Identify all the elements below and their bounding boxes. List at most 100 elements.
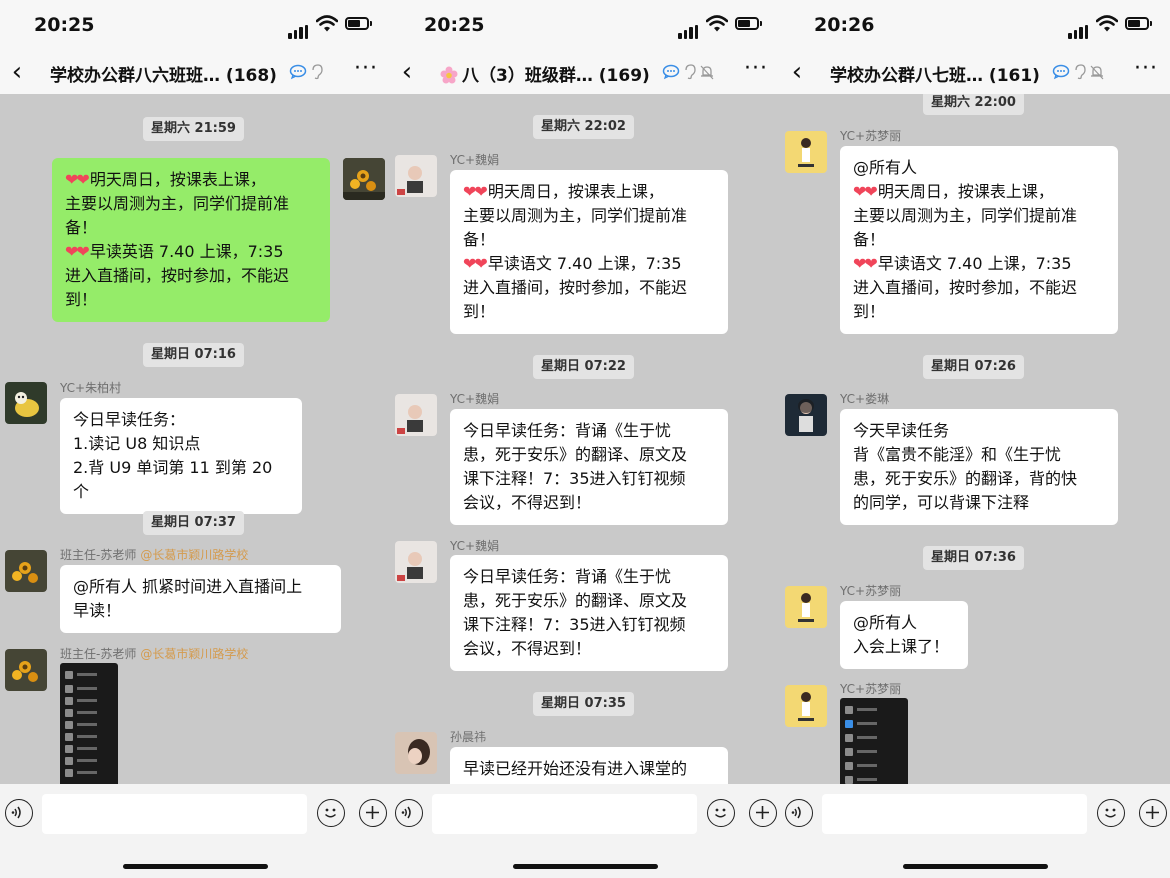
sender-name: YC+魏娟	[450, 539, 500, 553]
chat-bubble-icon	[289, 64, 307, 80]
message-list[interactable]: 星期六 21:59 ❤❤ 明天周日，按课表上课， 主要以周测为主，同学们提前准 备…	[0, 94, 390, 784]
message-bubble[interactable]: ❤❤ 明天周日，按课表上课， 主要以周测为主，同学们提前准 备！ ❤❤ 早读英语 7…	[52, 158, 330, 322]
avatar[interactable]	[5, 550, 47, 592]
message-line: 备！	[463, 230, 496, 249]
signal-icon	[1068, 20, 1090, 39]
org-tag: @长葛市颖川路学校	[140, 647, 249, 661]
message-line: 主要以周测为主，同学们提前准	[853, 206, 1078, 225]
timestamp: 星期六 21:59	[143, 117, 244, 141]
timestamp: 星期六 22:02	[533, 115, 634, 139]
plus-icon[interactable]	[1139, 799, 1167, 827]
plus-icon[interactable]	[359, 799, 387, 827]
message-line: 患，死于安乐》的翻译，背的快	[853, 469, 1078, 488]
message-input[interactable]	[432, 794, 697, 834]
mute-bell-icon	[1090, 65, 1104, 80]
message-line: ❤❤ 明天周日，按课表上课，	[463, 182, 664, 201]
message-line: 备！	[65, 218, 98, 237]
heart-emoji: ❤❤	[65, 170, 90, 189]
message-bubble[interactable]: ❤❤ 明天周日，按课表上课， 主要以周测为主，同学们提前准 备！ ❤❤ 早读语文 7…	[450, 170, 728, 334]
message-line: 早读！	[73, 601, 122, 620]
avatar[interactable]	[785, 586, 827, 628]
message-line: 进入直播间，按时参加，不能迟	[853, 278, 1078, 297]
message-bubble[interactable]: 今日早读任务：背诵《生于忧 患，死于安乐》的翻译、原文及 课下注释！7：35进入…	[450, 555, 728, 671]
home-indicator[interactable]	[513, 864, 658, 869]
avatar[interactable]	[395, 394, 437, 436]
avatar[interactable]	[785, 131, 827, 173]
back-icon[interactable]: ‹	[786, 56, 808, 88]
status-time: 20:25	[34, 14, 95, 36]
group-title[interactable]: 学校办公群八六班班… (168)	[50, 61, 277, 86]
message-line: ❤❤ 早读英语 7.40 上课，7:35	[65, 242, 284, 261]
avatar[interactable]	[395, 732, 437, 774]
plus-icon[interactable]	[749, 799, 777, 827]
signal-icon	[288, 20, 310, 39]
message-bubble[interactable]: @所有人 ❤❤ 明天周日，按课表上课， 主要以周测为主，同学们提前准 备！ ❤❤ 早…	[840, 146, 1118, 334]
message-line: 进入直播间，按时参加，不能迟	[65, 266, 290, 285]
status-bar: 20:26	[780, 0, 1170, 52]
screenshot-image[interactable]	[60, 663, 118, 784]
message-bubble[interactable]: 今日早读任务： 1.读记 U8 知识点 2.背 U9 单词第 11 到第 20 …	[60, 398, 302, 514]
message-bubble[interactable]: 今日早读任务：背诵《生于忧 患，死于安乐》的翻译、原文及 课下注释！7：35进入…	[450, 409, 728, 525]
wifi-icon	[1096, 15, 1118, 32]
header-icons	[289, 64, 323, 80]
sender-name: 班主任-苏老师 @长葛市颖川路学校	[60, 647, 249, 661]
back-icon[interactable]: ‹	[396, 56, 418, 88]
more-icon[interactable]: ···	[744, 56, 768, 81]
message-bubble[interactable]: @所有人 抓紧时间进入直播间上 早读！	[60, 565, 341, 633]
avatar[interactable]	[5, 382, 47, 424]
voice-icon[interactable]	[5, 799, 33, 827]
message-input[interactable]	[822, 794, 1087, 834]
message-bubble[interactable]: @所有人 入会上课了！	[840, 601, 968, 669]
timestamp: 星期六 22:00	[923, 94, 1024, 115]
battery-icon	[345, 17, 372, 30]
chat-panel-3: 20:26 ‹ 学校办公群八七班… (161) ··· 星期六 22:00 YC…	[780, 0, 1170, 878]
input-bar	[780, 784, 1170, 878]
message-bubble[interactable]: 今天早读任务 背《富贵不能淫》和《生于忧 患，死于安乐》的翻译，背的快 的同学，…	[840, 409, 1118, 525]
message-line: 主要以周测为主，同学们提前准	[65, 194, 290, 213]
avatar[interactable]	[395, 541, 437, 583]
heart-emoji: ❤❤	[853, 182, 878, 201]
more-icon[interactable]: ···	[1134, 56, 1158, 81]
more-icon[interactable]: ···	[354, 56, 378, 81]
message-line: 备！	[853, 230, 886, 249]
message-line: 会议，不得迟到！	[463, 493, 592, 512]
avatar[interactable]	[785, 685, 827, 727]
message-line: 背《富贵不能淫》和《生于忧	[853, 445, 1062, 464]
voice-icon[interactable]	[785, 799, 813, 827]
message-list[interactable]: 星期六 22:00 YC+苏梦丽 @所有人 ❤❤ 明天周日，按课表上课， 主要以周…	[780, 94, 1170, 784]
status-bar: 20:25	[390, 0, 780, 52]
voice-icon[interactable]	[395, 799, 423, 827]
emoji-icon[interactable]	[707, 799, 735, 827]
message-list[interactable]: 星期六 22:02 YC+魏娟 ❤❤ 明天周日，按课表上课， 主要以周测为主，同学…	[390, 94, 780, 784]
avatar[interactable]	[343, 158, 385, 200]
home-indicator[interactable]	[123, 864, 268, 869]
message-line: @所有人	[853, 613, 918, 632]
message-line: 入会上课了！	[853, 637, 950, 656]
message-line: 进入直播间，按时参加，不能迟	[463, 278, 688, 297]
status-time: 20:26	[814, 14, 875, 36]
message-line: 主要以周测为主，同学们提前准	[463, 206, 688, 225]
home-indicator[interactable]	[903, 864, 1048, 869]
emoji-icon[interactable]	[317, 799, 345, 827]
group-title[interactable]: 八（3）班级群… (169)	[440, 61, 650, 86]
screenshot-image[interactable]	[840, 698, 908, 784]
avatar[interactable]	[395, 155, 437, 197]
org-tag: @长葛市颖川路学校	[140, 548, 249, 562]
message-line: 患，死于安乐》的翻译、原文及	[463, 445, 688, 464]
message-input[interactable]	[42, 794, 307, 834]
heart-emoji: ❤❤	[463, 254, 488, 273]
message-line: 今日早读任务：背诵《生于忧	[463, 421, 672, 440]
group-title[interactable]: 学校办公群八七班… (161)	[830, 61, 1040, 86]
message-bubble[interactable]: 早读已经开始还没有进入课堂的	[450, 747, 728, 784]
emoji-icon[interactable]	[1097, 799, 1125, 827]
sender-name: YC+苏梦丽	[840, 584, 902, 598]
message-line: ❤❤ 早读语文 7.40 上课，7:35	[853, 254, 1072, 273]
chat-bubble-icon	[662, 64, 680, 80]
avatar[interactable]	[5, 649, 47, 691]
header-icons	[1052, 64, 1104, 80]
back-icon[interactable]: ‹	[6, 56, 28, 88]
avatar[interactable]	[785, 394, 827, 436]
message-line: 的同学，可以背课下注释	[853, 493, 1030, 512]
timestamp: 星期日 07:35	[533, 692, 634, 716]
sender-name: 班主任-苏老师 @长葛市颖川路学校	[60, 548, 249, 562]
